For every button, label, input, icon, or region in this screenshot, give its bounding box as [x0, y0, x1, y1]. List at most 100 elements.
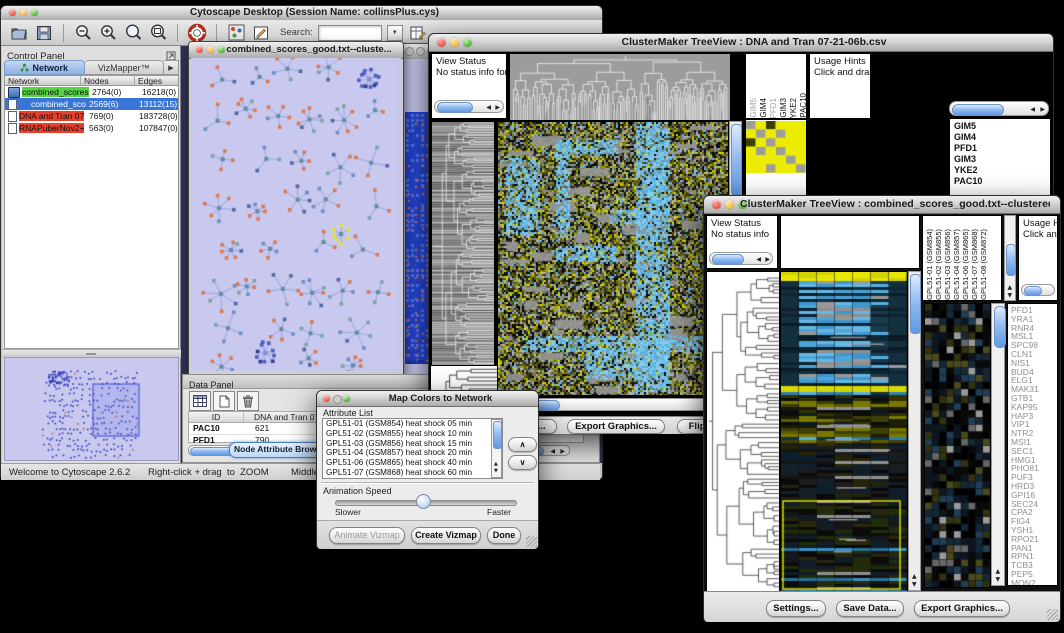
- scroll-up-arrow[interactable]: ▲: [1008, 285, 1013, 291]
- heatmap-v-scrollbar[interactable]: ▲ ▼: [908, 271, 921, 591]
- usage-hints-scrollbar[interactable]: [1021, 284, 1055, 296]
- help-lifering-icon[interactable]: [187, 23, 207, 43]
- scrollbar-thumb[interactable]: [437, 102, 473, 113]
- zoom-out-icon[interactable]: [73, 23, 93, 43]
- scroll-up-arrow[interactable]: ▲: [912, 574, 917, 580]
- scroll-right-arrow[interactable]: ▶: [1040, 107, 1045, 113]
- node-attribute-browser-button[interactable]: Node Attribute Browser: [229, 442, 327, 458]
- attribute-list-item[interactable]: GPL51-02 (GSM855) heat shock 10 min: [323, 429, 502, 439]
- gene-list-h-scrollbar[interactable]: ◀ ▶: [949, 101, 1049, 116]
- scroll-down-arrow[interactable]: ▼: [996, 577, 1001, 583]
- minimize-icon[interactable]: [416, 47, 425, 56]
- scroll-left-arrow[interactable]: ◀: [756, 257, 761, 263]
- global-heatmap-canvas[interactable]: [497, 121, 729, 396]
- done-button[interactable]: Done: [487, 527, 521, 544]
- array-v-scrollbar[interactable]: ▲ ▼: [1004, 215, 1016, 301]
- scroll-right-arrow[interactable]: ▶: [765, 257, 770, 263]
- minimize-icon[interactable]: [725, 200, 734, 209]
- scrollbar-thumb[interactable]: [994, 306, 1006, 348]
- network-tree-row[interactable]: RNAPuberNov2+ 563(0) 107847(0): [5, 122, 178, 134]
- network-window-a-titlebar[interactable]: combined_scores_good.txt--cluste...: [189, 42, 403, 59]
- attribute-list-item[interactable]: GPL51-01 (GSM854) heat shock 05 min: [323, 419, 502, 429]
- network-tree-row[interactable]: DNA and Tran 07 769(0) 183728(0): [5, 110, 178, 122]
- zoom-fit-icon[interactable]: [148, 23, 168, 43]
- minimize-icon[interactable]: [450, 38, 459, 47]
- close-icon[interactable]: [712, 200, 721, 209]
- resize-grip[interactable]: [526, 536, 537, 547]
- minimize-icon[interactable]: [20, 9, 27, 16]
- attribute-list-item[interactable]: GPL51-04 (GSM857) heat shock 20 min: [323, 448, 502, 458]
- vizmapper-grid-icon[interactable]: [226, 23, 246, 43]
- close-icon[interactable]: [405, 47, 414, 56]
- treeview-dna-titlebar[interactable]: ClusterMaker TreeView : DNA and Tran 07-…: [429, 34, 1053, 52]
- tab-network[interactable]: Network: [4, 60, 85, 75]
- scroll-left-arrow[interactable]: ◀: [550, 449, 555, 455]
- network-view-canvas[interactable]: [191, 58, 401, 371]
- zoom-window-icon[interactable]: [218, 46, 225, 53]
- network-tree-row[interactable]: combined_sco 2569(6) 13112(15): [5, 98, 178, 110]
- attribute-list-item[interactable]: GPL51-07 (GSM868) heat shock 60 min: [323, 468, 502, 478]
- annotation-icon[interactable]: [251, 23, 271, 43]
- attribute-list-item[interactable]: GPL51-06 (GSM865) heat shock 40 min: [323, 458, 502, 468]
- open-file-icon[interactable]: [9, 23, 29, 43]
- scrollbar-thumb[interactable]: [493, 421, 502, 449]
- scrollbar-thumb[interactable]: [910, 274, 921, 334]
- id-column-header[interactable]: ID: [189, 412, 244, 422]
- scrollbar-thumb[interactable]: [952, 104, 1004, 116]
- attribute-table-icon[interactable]: [189, 391, 211, 411]
- delete-attribute-trash-icon[interactable]: [237, 391, 259, 411]
- save-data-button[interactable]: Save Data...: [836, 600, 904, 617]
- map-colors-titlebar[interactable]: Map Colors to Network: [317, 391, 538, 407]
- close-icon[interactable]: [437, 38, 446, 47]
- move-up-button[interactable]: ∧: [508, 437, 537, 452]
- scroll-down-arrow[interactable]: ▼: [494, 468, 498, 474]
- move-down-button[interactable]: ∨: [508, 455, 537, 470]
- scroll-down-arrow[interactable]: ▼: [1008, 293, 1013, 299]
- treeview-combined-titlebar[interactable]: ClusterMaker TreeView : combined_scores_…: [704, 196, 1060, 214]
- resize-grip[interactable]: [1047, 609, 1058, 620]
- search-dropdown-icon[interactable]: ▼: [387, 25, 403, 41]
- column-header-edges[interactable]: Edges: [135, 76, 178, 85]
- close-icon[interactable]: [196, 46, 203, 53]
- scroll-right-arrow[interactable]: ▶: [495, 105, 500, 111]
- cytoscape-titlebar[interactable]: Cytoscape Desktop (Session Name: collins…: [1, 6, 602, 21]
- close-icon[interactable]: [323, 395, 330, 402]
- view-status-scrollbar[interactable]: ◀ ▶: [709, 252, 773, 265]
- attribute-list-v-scrollbar[interactable]: ▲ ▼: [491, 419, 502, 478]
- zoom-v-scrollbar[interactable]: ▲ ▼: [991, 303, 1005, 586]
- zoom-window-icon[interactable]: [343, 395, 350, 402]
- zoom-heatmap-canvas[interactable]: [746, 121, 806, 173]
- column-dendrogram-canvas[interactable]: [509, 53, 731, 121]
- scroll-left-arrow[interactable]: ◀: [486, 105, 491, 111]
- network-tree-row[interactable]: combined_scores 2764(0) 16218(0): [5, 86, 178, 98]
- export-graphics-button[interactable]: Export Graphics...: [914, 600, 1010, 617]
- zoom-in-icon[interactable]: [98, 23, 118, 43]
- column-header-nodes[interactable]: Nodes: [81, 76, 135, 85]
- scrollbar-thumb[interactable]: [1006, 244, 1016, 276]
- column-header-network[interactable]: Network: [5, 76, 81, 85]
- settings-button[interactable]: Settings...: [766, 600, 826, 617]
- scrollbar-thumb[interactable]: [731, 124, 742, 196]
- export-graphics-button[interactable]: Export Graphics...: [567, 419, 665, 434]
- scrollbar-thumb[interactable]: [1024, 286, 1042, 296]
- scroll-right-arrow[interactable]: ▶: [560, 449, 565, 455]
- zoom-selected-icon[interactable]: [123, 23, 143, 43]
- scroll-down-arrow[interactable]: ▼: [912, 582, 917, 588]
- close-icon[interactable]: [9, 9, 16, 16]
- column-dendrogram-panel[interactable]: [780, 215, 920, 269]
- attribute-editor-icon[interactable]: [408, 23, 428, 43]
- zoom-heatmap-canvas[interactable]: [924, 303, 991, 588]
- row-dendrogram-canvas[interactable]: [706, 271, 780, 593]
- attribute-list-item[interactable]: GPL51-03 (GSM856) heat shock 15 min: [323, 439, 502, 449]
- global-heatmap-canvas[interactable]: [780, 271, 908, 593]
- scroll-up-arrow[interactable]: ▲: [996, 569, 1001, 575]
- search-input[interactable]: [318, 25, 382, 41]
- scroll-left-arrow[interactable]: ◀: [1030, 107, 1035, 113]
- create-vizmap-button[interactable]: Create Vizmap: [411, 527, 481, 544]
- tab-overflow-button[interactable]: ▶: [164, 60, 179, 75]
- new-attribute-icon[interactable]: [213, 391, 235, 411]
- scroll-up-arrow[interactable]: ▲: [494, 461, 498, 467]
- view-status-scrollbar[interactable]: ◀ ▶: [434, 100, 504, 113]
- minimize-icon[interactable]: [333, 395, 342, 404]
- row-dendrogram-canvas[interactable]: [431, 121, 495, 366]
